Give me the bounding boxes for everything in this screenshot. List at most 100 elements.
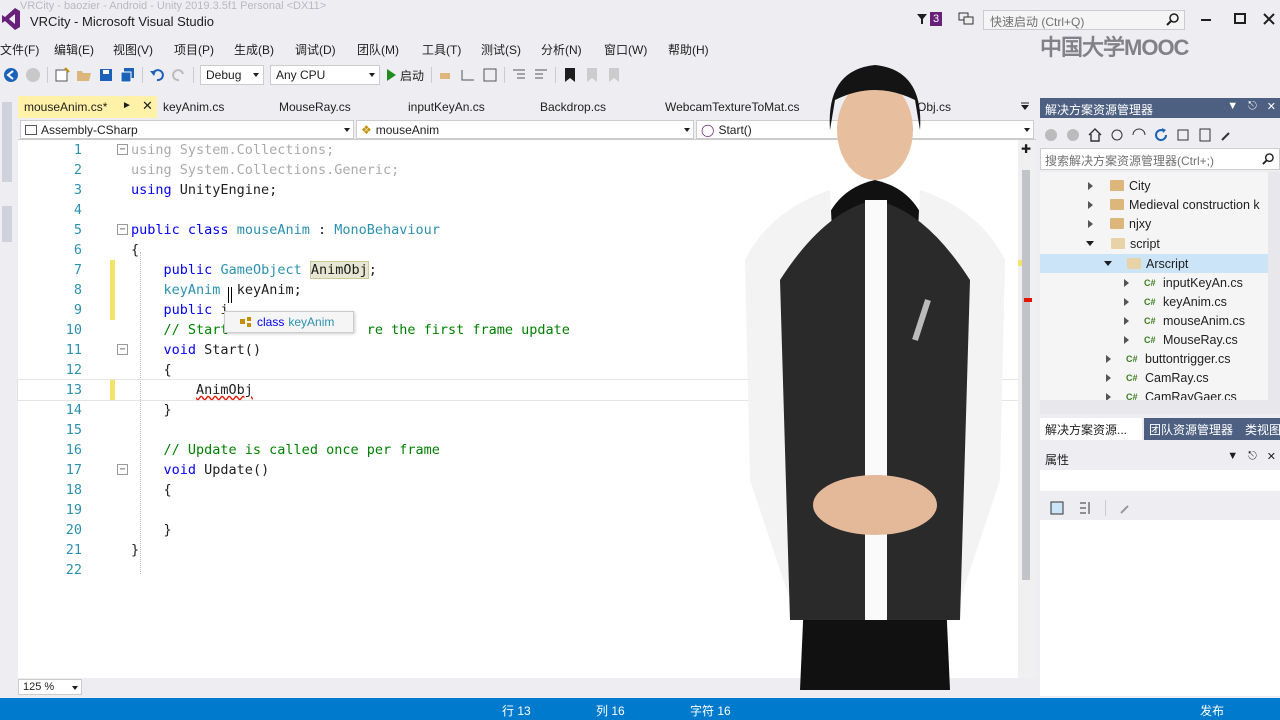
expand-icon[interactable]: [1124, 297, 1129, 306]
outdent-icon[interactable]: [533, 67, 549, 83]
quick-launch-input[interactable]: 快速启动 (Ctrl+Q): [983, 10, 1185, 30]
solution-explorer-search[interactable]: 搜索解决方案资源管理器(Ctrl+;): [1040, 148, 1280, 170]
publish-button[interactable]: 发布: [1200, 702, 1224, 719]
step-icon[interactable]: [460, 67, 476, 83]
alphabetical-icon[interactable]: [1077, 500, 1093, 516]
menu-tools[interactable]: 工具(T): [422, 38, 461, 61]
tab-mouseanim[interactable]: mouseAnim.cs* ► ✕: [18, 96, 157, 118]
platform-select[interactable]: Any CPU: [270, 65, 380, 85]
split-icon[interactable]: ✚: [1021, 142, 1031, 156]
collapse-icon[interactable]: [1104, 261, 1112, 266]
expand-icon[interactable]: [1106, 373, 1111, 382]
categorized-icon[interactable]: [1049, 500, 1065, 516]
maximize-icon[interactable]: [1233, 12, 1247, 26]
tab-backdrop[interactable]: Backdrop.cs: [534, 96, 612, 118]
close-icon[interactable]: ✕: [1267, 100, 1276, 113]
expand-icon[interactable]: [1124, 278, 1129, 287]
save-all-icon[interactable]: [120, 67, 136, 83]
expand-icon[interactable]: [1124, 335, 1129, 344]
expand-icon[interactable]: [1088, 200, 1093, 209]
forward-icon[interactable]: [25, 67, 41, 83]
undo-icon[interactable]: [149, 67, 165, 83]
show-all-files-icon[interactable]: [1197, 127, 1213, 143]
menu-window[interactable]: 窗口(W): [604, 38, 647, 61]
tree-item-medieval[interactable]: Medieval construction k: [1088, 195, 1260, 214]
tab-keyanim[interactable]: keyAnim.cs: [157, 96, 230, 118]
feedback-icon[interactable]: [958, 12, 974, 26]
pin-icon[interactable]: ►: [122, 100, 132, 111]
wrench-icon[interactable]: [1118, 500, 1134, 516]
close-icon[interactable]: ✕: [1267, 450, 1276, 463]
wrench-icon[interactable]: [1219, 127, 1235, 143]
menu-project[interactable]: 项目(P): [174, 38, 214, 61]
menu-debug[interactable]: 调试(D): [295, 38, 336, 61]
pending-changes-icon[interactable]: [1109, 127, 1125, 143]
collapse-icon[interactable]: [1086, 241, 1094, 246]
configuration-select[interactable]: Debug: [200, 65, 264, 85]
menu-help[interactable]: 帮助(H): [668, 38, 709, 61]
collapse-icon[interactable]: −: [117, 144, 128, 155]
forward-icon[interactable]: [1065, 127, 1081, 143]
home-icon[interactable]: [1087, 127, 1103, 143]
expand-icon[interactable]: [1088, 219, 1093, 228]
tab-class-view[interactable]: 类视图: [1240, 418, 1280, 440]
indent-icon[interactable]: [511, 67, 527, 83]
expand-icon[interactable]: [1124, 316, 1129, 325]
tree-item-mouseray[interactable]: C# MouseRay.cs: [1124, 330, 1238, 349]
server-explorer-tab[interactable]: [2, 102, 12, 182]
menu-team[interactable]: 团队(M): [357, 38, 399, 61]
prev-bookmark-icon[interactable]: [584, 67, 600, 83]
close-icon[interactable]: [1262, 12, 1276, 26]
menu-test[interactable]: 测试(S): [481, 38, 521, 61]
properties-object-select[interactable]: [1040, 470, 1280, 492]
collapse-icon[interactable]: −: [117, 224, 128, 235]
tree-vertical-scrollbar[interactable]: [1268, 172, 1280, 400]
tree-item-arscript[interactable]: Arscript: [1104, 254, 1188, 273]
back-icon[interactable]: [3, 67, 19, 83]
tab-inputkeyan[interactable]: inputKeyAn.cs: [402, 96, 491, 118]
close-tab-icon[interactable]: ✕: [142, 98, 153, 114]
tree-item-city[interactable]: City: [1088, 176, 1151, 195]
back-icon[interactable]: [1043, 127, 1059, 143]
collapse-icon[interactable]: −: [117, 344, 128, 355]
expand-icon[interactable]: [1106, 354, 1111, 363]
toolbox-tab[interactable]: [2, 206, 12, 242]
next-bookmark-icon[interactable]: [606, 67, 622, 83]
intellisense-tooltip[interactable]: class keyAnim: [224, 311, 354, 333]
attach-icon[interactable]: [438, 67, 454, 83]
menu-build[interactable]: 生成(B): [234, 38, 274, 61]
sync-icon[interactable]: [1131, 127, 1147, 143]
collapse-all-icon[interactable]: [1175, 127, 1191, 143]
tree-item-camray[interactable]: C# CamRay.cs: [1106, 368, 1209, 387]
tab-mouseray[interactable]: MouseRay.cs: [273, 96, 357, 118]
save-icon[interactable]: [98, 67, 114, 83]
panel-menu-icon[interactable]: ▼: [1227, 450, 1238, 463]
minimize-icon[interactable]: [1199, 12, 1213, 26]
expand-icon[interactable]: [1088, 181, 1093, 190]
tree-item-camraygaer[interactable]: C# CamRayGaer.cs: [1106, 387, 1237, 400]
editor-vertical-scrollbar[interactable]: ✚: [1018, 140, 1036, 678]
menu-edit[interactable]: 编辑(E): [54, 38, 94, 61]
menu-analyze[interactable]: 分析(N): [541, 38, 582, 61]
new-project-icon[interactable]: [54, 67, 70, 83]
pin-icon[interactable]: ⎋: [1248, 100, 1257, 113]
project-select[interactable]: Assembly-CSharp: [20, 120, 354, 139]
tree-item-njxy[interactable]: njxy: [1088, 214, 1151, 233]
tab-solution-explorer[interactable]: 解决方案资源...: [1040, 418, 1142, 440]
layout-icon[interactable]: [482, 67, 498, 83]
tree-item-keyanim[interactable]: C# keyAnim.cs: [1124, 292, 1227, 311]
tree-item-script[interactable]: script: [1086, 234, 1160, 253]
panel-menu-icon[interactable]: ▼: [1227, 100, 1238, 113]
tab-team-explorer[interactable]: 团队资源管理器: [1144, 418, 1240, 440]
refresh-icon[interactable]: [1153, 127, 1169, 143]
open-folder-icon[interactable]: [76, 67, 92, 83]
tab-overflow-icon[interactable]: [1020, 101, 1030, 111]
tree-item-mouseanim[interactable]: C# mouseAnim.cs: [1124, 311, 1245, 330]
zoom-select[interactable]: 125 %: [18, 679, 82, 695]
expand-icon[interactable]: [1106, 392, 1111, 400]
pin-icon[interactable]: ⎋: [1248, 450, 1257, 463]
tree-item-buttontrigger[interactable]: C# buttontrigger.cs: [1106, 349, 1230, 368]
tree-horizontal-scrollbar[interactable]: [1040, 400, 1280, 414]
start-button[interactable]: 启动: [387, 67, 424, 84]
notifications-button[interactable]: 3: [916, 12, 943, 26]
